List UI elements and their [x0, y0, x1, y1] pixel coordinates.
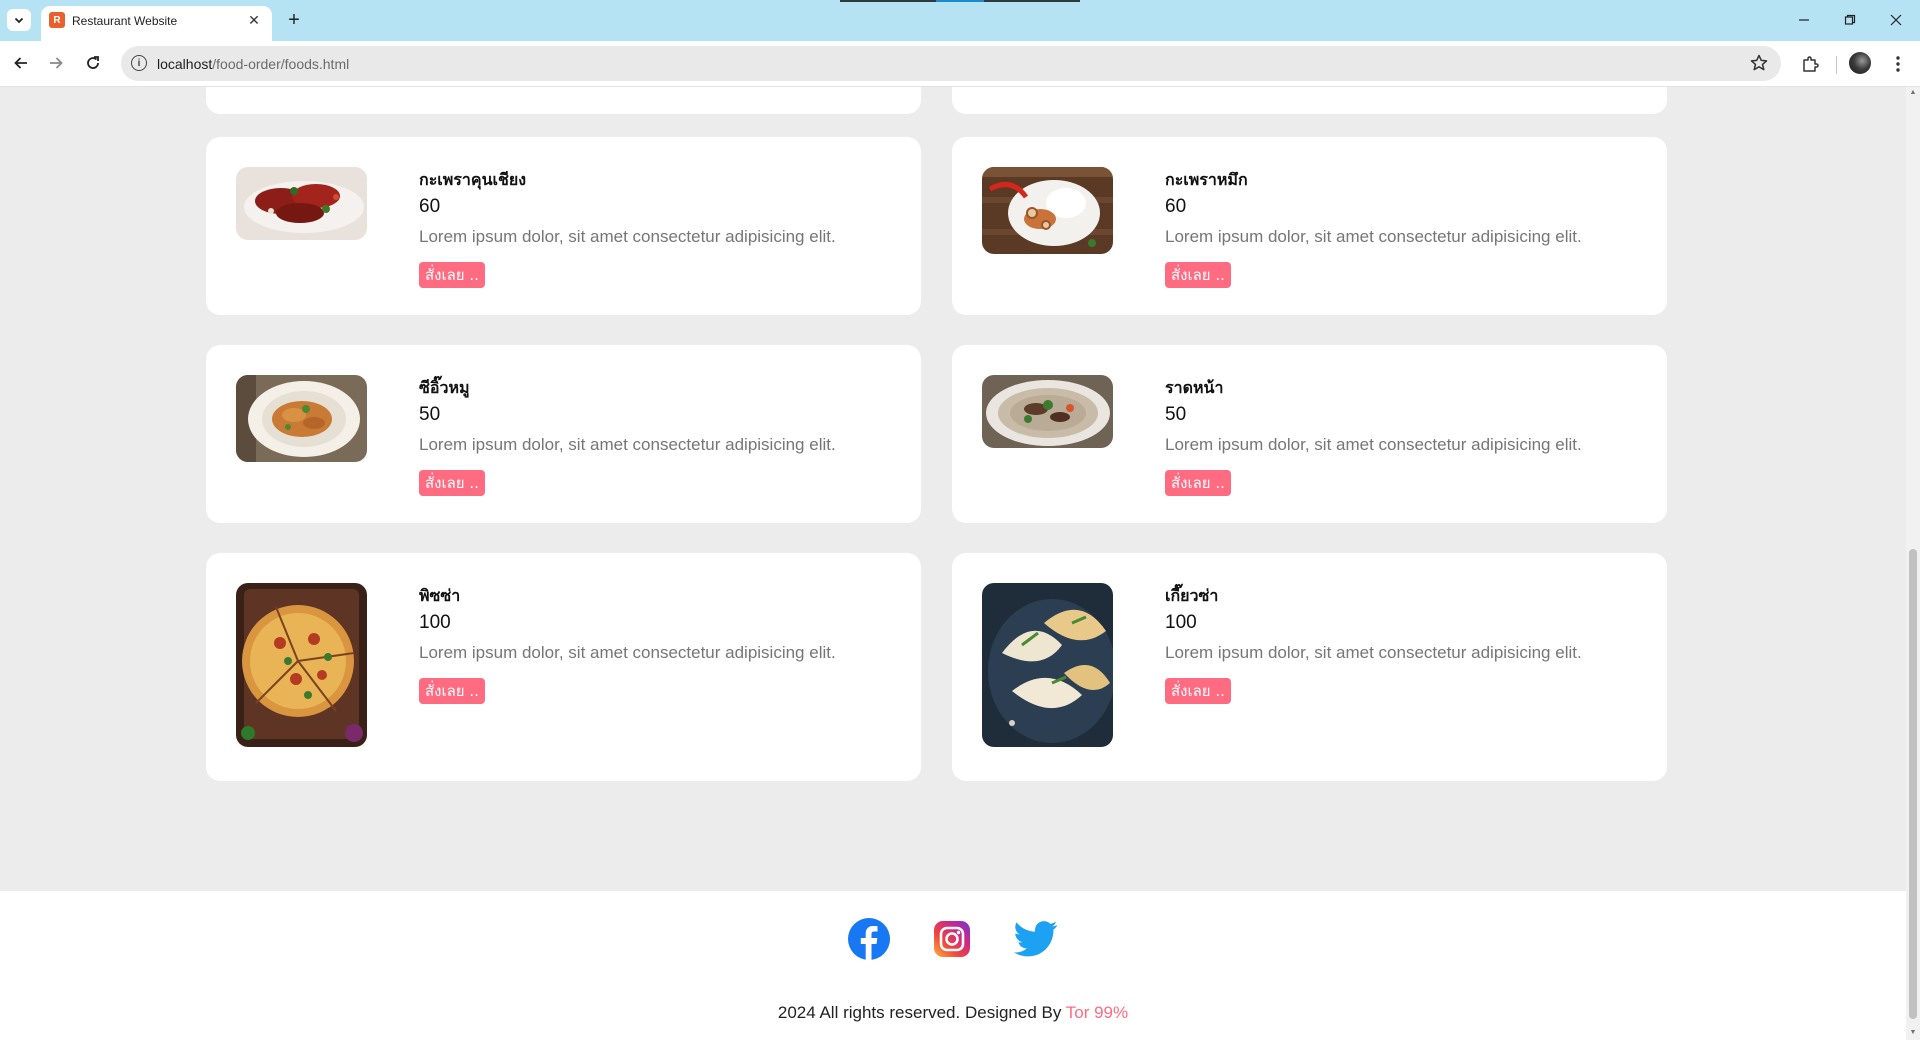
food-price: 100	[1165, 612, 1197, 633]
food-image-gyoza	[982, 583, 1113, 747]
url-host: localhost	[157, 56, 213, 72]
food-card: กะเพราคุนเชียง 60 Lorem ipsum dolor, sit…	[206, 137, 921, 315]
food-card: กะเพราหมึก 60 Lorem ipsum dolor, sit ame…	[952, 137, 1667, 315]
bookmark-star-icon[interactable]	[1749, 53, 1769, 73]
food-description: Lorem ipsum dolor, sit amet consectetur …	[1165, 643, 1582, 662]
food-price: 60	[419, 196, 441, 217]
window-drag-strip	[984, 0, 1080, 2]
window-drag-strip	[840, 0, 936, 2]
page-footer: 2024 All rights reserved. Designed By To…	[0, 891, 1906, 1040]
food-image-kaprao-squid	[982, 167, 1113, 254]
page-scrollbar[interactable]: ▲ ▼	[1906, 87, 1920, 1040]
instagram-icon[interactable]	[929, 916, 975, 962]
order-now-button[interactable]: สั่งเลย ..	[419, 678, 485, 704]
browser-tab-active[interactable]: R Restaurant Website ✕	[41, 6, 272, 41]
window-close-icon[interactable]	[1878, 8, 1914, 32]
scrollbar-thumb[interactable]	[1909, 549, 1917, 1019]
food-image-see-ew-pork	[236, 375, 367, 462]
food-name: กะเพราหมึก	[1165, 170, 1248, 189]
copyright-label: 2024 All rights reserved. Designed By	[777, 1003, 1066, 1022]
food-description: Lorem ipsum dolor, sit amet consectetur …	[419, 643, 836, 662]
food-card: พิซซ่า 100 Lorem ipsum dolor, sit amet c…	[206, 553, 921, 781]
food-description: Lorem ipsum dolor, sit amet consectetur …	[1165, 435, 1582, 454]
kebab-menu-icon[interactable]	[1886, 52, 1910, 76]
food-image-pizza	[236, 583, 367, 747]
order-now-button[interactable]: สั่งเลย ..	[1165, 262, 1231, 288]
designer-name[interactable]: Tor 99%	[1066, 1003, 1128, 1022]
food-name: ซีอิ๊วหมู	[419, 378, 470, 397]
food-description: Lorem ipsum dolor, sit amet consectetur …	[1165, 227, 1582, 246]
food-price: 50	[419, 404, 441, 425]
forward-arrow-icon[interactable]	[44, 51, 68, 75]
minimize-icon[interactable]	[1786, 8, 1822, 32]
new-tab-plus-icon[interactable]: +	[282, 8, 306, 32]
url-text: localhost/food-order/foods.html	[157, 56, 349, 72]
food-description: Lorem ipsum dolor, sit amet consectetur …	[419, 435, 836, 454]
reload-icon[interactable]	[81, 51, 105, 75]
chevron-down-icon	[14, 17, 24, 24]
browser-toolbar: i localhost/food-order/foods.html	[0, 41, 1920, 87]
food-card: ราดหน้า 50 Lorem ipsum dolor, sit amet c…	[952, 345, 1667, 523]
food-card-partial	[952, 87, 1667, 114]
restore-icon[interactable]	[1832, 8, 1868, 32]
order-now-button[interactable]: สั่งเลย ..	[419, 262, 485, 288]
food-name: พิซซ่า	[419, 586, 461, 605]
order-now-button[interactable]: สั่งเลย ..	[1165, 678, 1231, 704]
food-price: 60	[1165, 196, 1187, 217]
food-card: เกี๊ยวซ่า 100 Lorem ipsum dolor, sit ame…	[952, 553, 1667, 781]
food-image-kaprao-kunchiang	[236, 167, 367, 240]
window-drag-strip-active	[936, 0, 984, 2]
food-name: กะเพราคุนเชียง	[419, 170, 527, 189]
address-bar[interactable]: i localhost/food-order/foods.html	[121, 46, 1781, 81]
food-price: 100	[419, 612, 451, 633]
food-card: ซีอิ๊วหมู 50 Lorem ipsum dolor, sit amet…	[206, 345, 921, 523]
toolbar-divider	[1836, 56, 1837, 74]
page-viewport: กะเพราคุนเชียง 60 Lorem ipsum dolor, sit…	[0, 87, 1906, 1040]
restaurant-favicon-icon: R	[49, 12, 65, 28]
close-tab-icon[interactable]: ✕	[245, 11, 263, 29]
back-arrow-icon[interactable]	[9, 51, 33, 75]
twitter-icon[interactable]	[1013, 916, 1059, 962]
profile-avatar[interactable]	[1849, 52, 1871, 74]
copyright-text: 2024 All rights reserved. Designed By To…	[0, 1003, 1906, 1023]
food-image-rad-na	[982, 375, 1113, 448]
food-card-partial	[206, 87, 921, 114]
browser-tab-bar: R Restaurant Website ✕ +	[0, 0, 1920, 41]
scroll-up-arrow-icon[interactable]: ▲	[1909, 89, 1917, 97]
food-price: 50	[1165, 404, 1187, 425]
tab-title: Restaurant Website	[72, 14, 178, 28]
facebook-icon[interactable]	[846, 916, 892, 962]
food-name: เกี๊ยวซ่า	[1165, 586, 1219, 605]
tab-search-button[interactable]	[7, 9, 31, 31]
url-path: /food-order/foods.html	[212, 56, 350, 72]
extensions-puzzle-icon[interactable]	[1798, 52, 1822, 76]
food-description: Lorem ipsum dolor, sit amet consectetur …	[419, 227, 836, 246]
scroll-down-arrow-icon[interactable]: ▼	[1909, 1029, 1917, 1037]
site-info-icon[interactable]: i	[131, 55, 147, 71]
food-name: ราดหน้า	[1165, 378, 1224, 397]
order-now-button[interactable]: สั่งเลย ..	[419, 470, 485, 496]
order-now-button[interactable]: สั่งเลย ..	[1165, 470, 1231, 496]
